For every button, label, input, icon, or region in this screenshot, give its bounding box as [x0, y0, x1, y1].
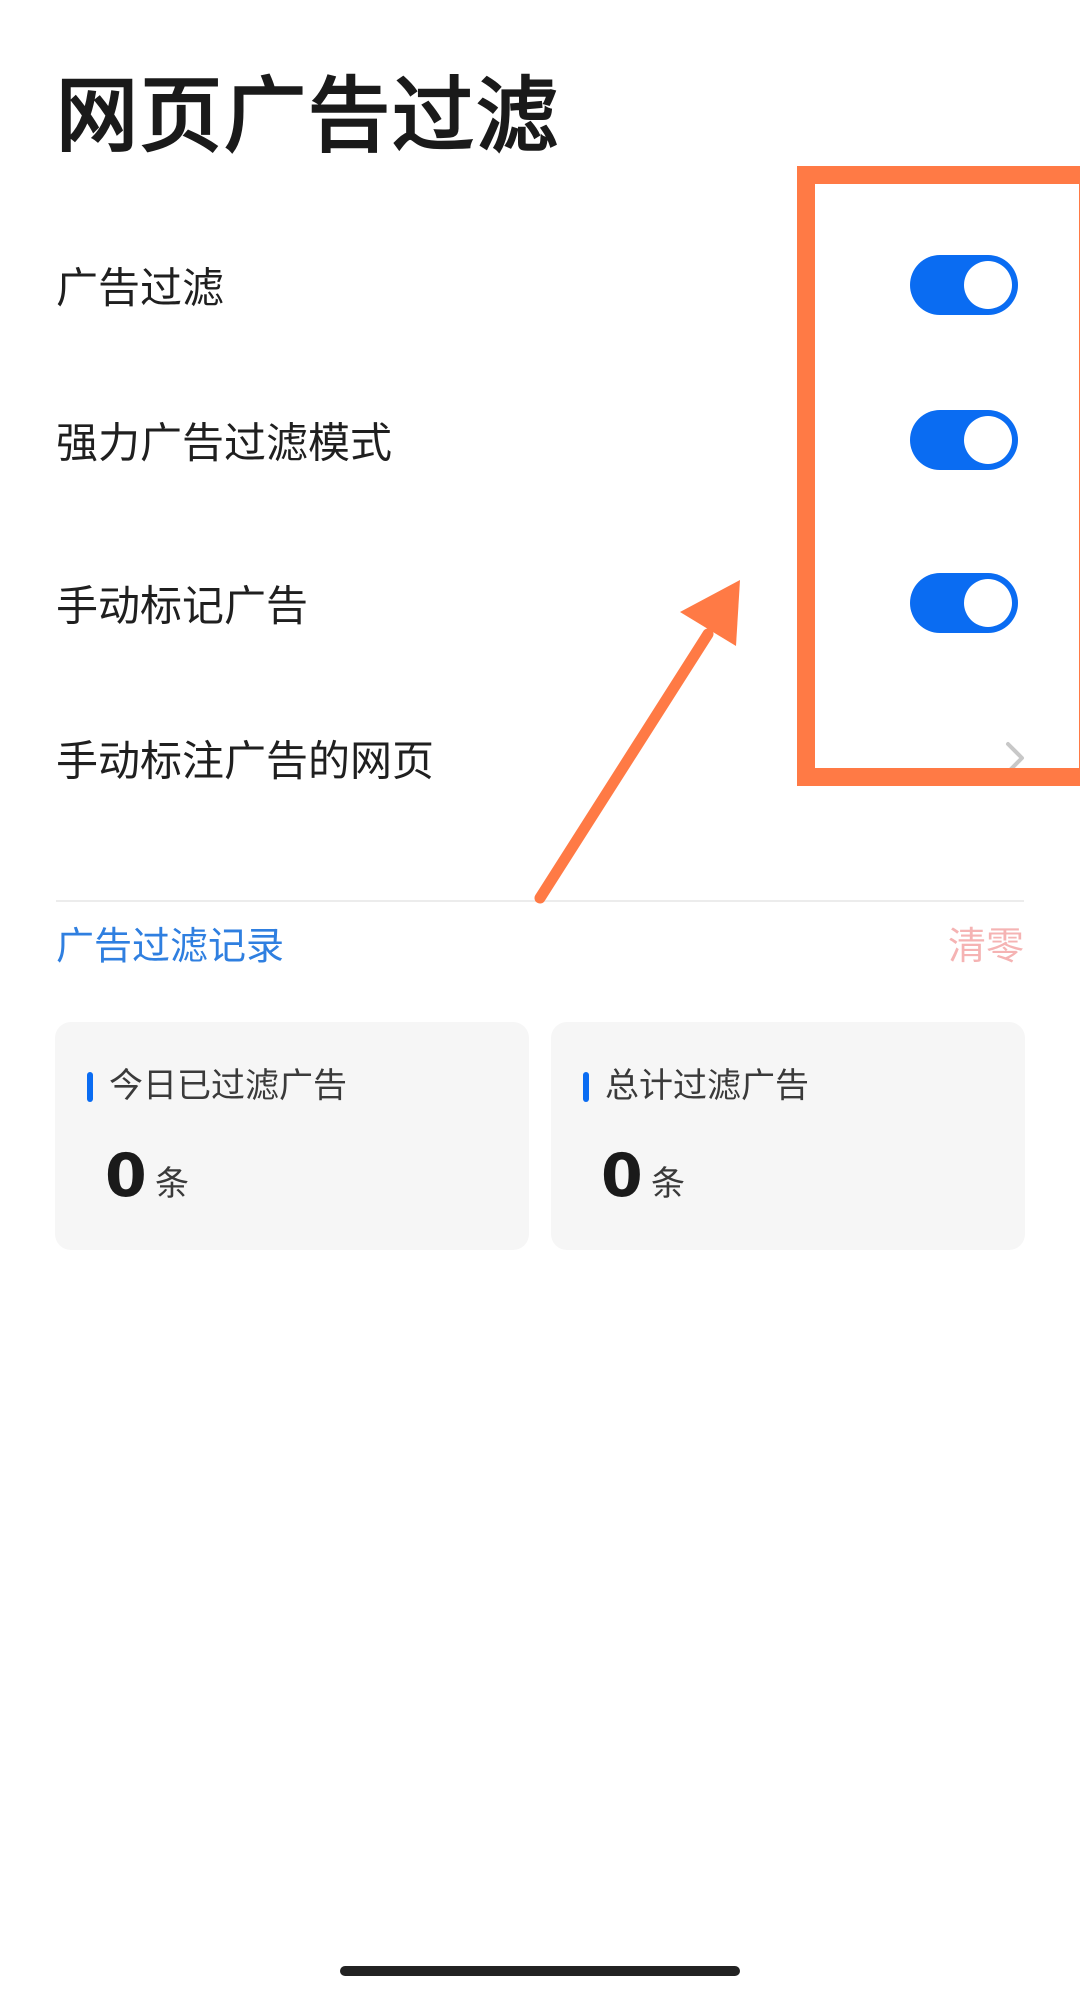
section-divider [56, 900, 1024, 902]
stat-value: 0 [105, 1141, 147, 1211]
setting-label: 手动标记广告 [56, 581, 309, 631]
total-filtered-card: 总计过滤广告 0 条 [551, 1022, 1025, 1250]
today-filtered-card: 今日已过滤广告 0 条 [55, 1022, 529, 1250]
setting-label: 强力广告过滤模式 [56, 418, 393, 468]
annotation-highlight-box [797, 166, 1080, 786]
stat-label: 总计过滤广告 [605, 1066, 809, 1106]
stat-value: 0 [601, 1141, 643, 1211]
stat-unit: 条 [155, 1164, 189, 1204]
setting-label: 广告过滤 [56, 263, 225, 313]
page-title: 网页广告过滤 [56, 69, 561, 164]
setting-label: 手动标注广告的网页 [56, 736, 435, 786]
home-indicator [340, 1966, 740, 1976]
stat-unit: 条 [651, 1164, 685, 1204]
stat-label: 今日已过滤广告 [109, 1066, 347, 1106]
records-section-title: 广告过滤记录 [56, 924, 285, 968]
clear-records-button[interactable]: 清零 [948, 920, 1024, 972]
card-accent-bar [583, 1072, 589, 1102]
card-accent-bar [87, 1072, 93, 1102]
